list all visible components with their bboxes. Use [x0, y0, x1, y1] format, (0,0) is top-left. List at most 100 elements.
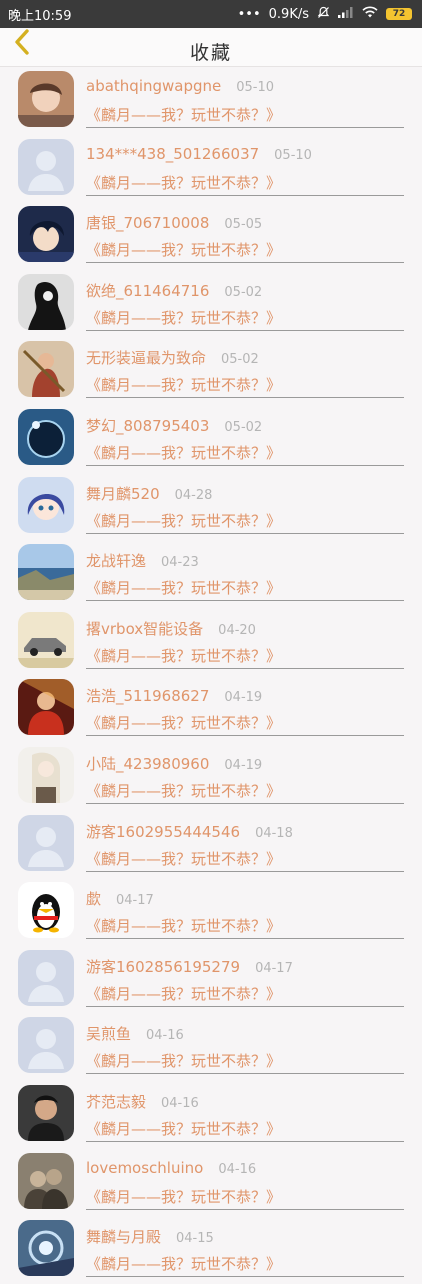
user-name[interactable]: 浩浩_511968627	[86, 685, 209, 706]
work-title[interactable]: 《麟月——我？玩世不恭？》	[86, 172, 281, 193]
favorite-date: 04-19	[224, 690, 263, 706]
list-item[interactable]: 舞麟与月殿 04-15 《麟月——我？玩世不恭？》	[0, 1216, 422, 1284]
avatar[interactable]	[18, 544, 74, 601]
list-item[interactable]: abathqingwapgne 05-10 《麟月——我？玩世不恭？》	[0, 67, 422, 135]
name-line: 唐银_706710008 05-05	[86, 212, 262, 233]
list-item[interactable]: lovemoschluino 04-16 《麟月——我？玩世不恭？》	[0, 1149, 422, 1217]
user-name[interactable]: 歔	[86, 888, 101, 909]
avatar[interactable]	[18, 679, 74, 736]
work-title[interactable]: 《麟月——我？玩世不恭？》	[86, 1118, 281, 1139]
user-name[interactable]: 无形装逼最为致命	[86, 347, 206, 368]
name-line: 舞麟与月殿 04-15	[86, 1226, 214, 1247]
favorite-date: 04-18	[255, 825, 293, 841]
user-name[interactable]: 舞麟与月殿	[86, 1226, 161, 1247]
avatar[interactable]	[18, 746, 74, 803]
name-line: 游客1602856195279 04-17	[86, 956, 293, 977]
list-item[interactable]: 龙战轩逸 04-23 《麟月——我？玩世不恭？》	[0, 540, 422, 608]
list-item[interactable]: 撂vrbox智能设备 04-20 《麟月——我？玩世不恭？》	[0, 608, 422, 676]
divider	[86, 464, 404, 466]
user-name[interactable]: 小陆_423980960	[86, 753, 209, 774]
list-item[interactable]: 游客1602856195279 04-17 《麟月——我？玩世不恭？》	[0, 946, 422, 1014]
warrior-avatar-icon	[18, 341, 74, 398]
list-item[interactable]: 吴煎鱼 04-16 《麟月——我？玩世不恭？》	[0, 1013, 422, 1081]
default-user-avatar-icon	[18, 138, 74, 195]
avatar[interactable]	[18, 1084, 74, 1141]
name-line: 舞月麟520 04-28	[86, 483, 212, 504]
avatar[interactable]	[18, 71, 74, 127]
avatar[interactable]	[18, 273, 74, 330]
work-title[interactable]: 《麟月——我？玩世不恭？》	[86, 104, 281, 125]
anime-boy-avatar-icon	[18, 206, 74, 263]
work-title[interactable]: 《麟月——我？玩世不恭？》	[86, 915, 281, 936]
list-item[interactable]: 134***438_501266037 05-10 《麟月——我？玩世不恭？》	[0, 135, 422, 203]
work-title[interactable]: 《麟月——我？玩世不恭？》	[86, 848, 281, 869]
user-name[interactable]: 唐银_706710008	[86, 212, 209, 233]
work-title[interactable]: 《麟月——我？玩世不恭？》	[86, 1186, 281, 1207]
list-item[interactable]: 无形装逼最为致命 05-02 《麟月——我？玩世不恭？》	[0, 337, 422, 405]
divider	[86, 667, 404, 669]
user-name[interactable]: 吴煎鱼	[86, 1023, 131, 1044]
work-title[interactable]: 《麟月——我？玩世不恭？》	[86, 645, 281, 666]
list-item[interactable]: 小陆_423980960 04-19 《麟月——我？玩世不恭？》	[0, 743, 422, 811]
avatar[interactable]	[18, 611, 74, 668]
user-name[interactable]: 梦幻_808795403	[86, 415, 209, 436]
avatar[interactable]	[18, 949, 74, 1006]
list-item[interactable]: 唐银_706710008 05-05 《麟月——我？玩世不恭？》	[0, 202, 422, 270]
user-name[interactable]: 游客1602856195279	[86, 956, 240, 977]
favorite-date: 05-02	[224, 284, 263, 300]
name-line: 无形装逼最为致命 05-02	[86, 347, 259, 368]
work-title[interactable]: 《麟月——我？玩世不恭？》	[86, 510, 281, 531]
user-name[interactable]: abathqingwapgne	[86, 77, 221, 95]
avatar[interactable]	[18, 814, 74, 871]
work-title[interactable]: 《麟月——我？玩世不恭？》	[86, 374, 281, 395]
name-line: lovemoschluino 04-16	[86, 1159, 256, 1177]
list-item[interactable]: 游客1602955444546 04-18 《麟月——我？玩世不恭？》	[0, 811, 422, 879]
work-title[interactable]: 《麟月——我？玩世不恭？》	[86, 307, 281, 328]
work-title[interactable]: 《麟月——我？玩世不恭？》	[86, 442, 281, 463]
favorite-date: 04-16	[161, 1095, 199, 1111]
name-line: 梦幻_808795403 05-02	[86, 415, 262, 436]
list-item[interactable]: 芥范志毅 04-16 《麟月——我？玩世不恭？》	[0, 1081, 422, 1149]
list-item[interactable]: 歔 04-17 《麟月——我？玩世不恭？》	[0, 878, 422, 946]
anime-girl-avatar-icon	[18, 476, 74, 533]
list-item[interactable]: 梦幻_808795403 05-02 《麟月——我？玩世不恭？》	[0, 405, 422, 473]
work-title[interactable]: 《麟月——我？玩世不恭？》	[86, 1253, 281, 1274]
divider	[86, 194, 404, 196]
title-bar: 收藏	[0, 28, 422, 67]
avatar[interactable]	[18, 341, 74, 398]
user-name[interactable]: 芥范志毅	[86, 1091, 146, 1112]
hero-red-avatar-icon	[18, 679, 74, 736]
avatar[interactable]	[18, 138, 74, 195]
avatar[interactable]	[18, 206, 74, 263]
list-item[interactable]: 舞月麟520 04-28 《麟月——我？玩世不恭？》	[0, 473, 422, 541]
user-name[interactable]: 撂vrbox智能设备	[86, 618, 203, 639]
list-item[interactable]: 欲绝_611464716 05-02 《麟月——我？玩世不恭？》	[0, 270, 422, 338]
work-title[interactable]: 《麟月——我？玩世不恭？》	[86, 239, 281, 260]
work-title[interactable]: 《麟月——我？玩世不恭？》	[86, 1050, 281, 1071]
user-name[interactable]: 134***438_501266037	[86, 145, 259, 163]
list-item[interactable]: 浩浩_511968627 04-19 《麟月——我？玩世不恭？》	[0, 675, 422, 743]
work-title[interactable]: 《麟月——我？玩世不恭？》	[86, 712, 281, 733]
user-name[interactable]: 龙战轩逸	[86, 550, 146, 571]
avatar[interactable]	[18, 882, 74, 939]
work-title[interactable]: 《麟月——我？玩世不恭？》	[86, 577, 281, 598]
avatar[interactable]	[18, 476, 74, 533]
divider	[86, 938, 404, 940]
work-title[interactable]: 《麟月——我？玩世不恭？》	[86, 780, 281, 801]
user-name[interactable]: 欲绝_611464716	[86, 280, 209, 301]
default-user-avatar-icon	[18, 814, 74, 871]
name-line: 小陆_423980960 04-19	[86, 753, 262, 774]
avatar[interactable]	[18, 1220, 74, 1277]
avatar[interactable]	[18, 1017, 74, 1074]
work-title[interactable]: 《麟月——我？玩世不恭？》	[86, 983, 281, 1004]
user-name[interactable]: lovemoschluino	[86, 1159, 203, 1177]
name-line: 游客1602955444546 04-18	[86, 821, 293, 842]
avatar[interactable]	[18, 1152, 74, 1209]
avatar[interactable]	[18, 408, 74, 465]
battery-icon: 72	[386, 8, 412, 20]
name-line: 欲绝_611464716 05-02	[86, 280, 262, 301]
user-name[interactable]: 舞月麟520	[86, 483, 160, 504]
user-name[interactable]: 游客1602955444546	[86, 821, 240, 842]
divider	[86, 397, 404, 399]
favorite-date: 05-10	[274, 147, 312, 163]
